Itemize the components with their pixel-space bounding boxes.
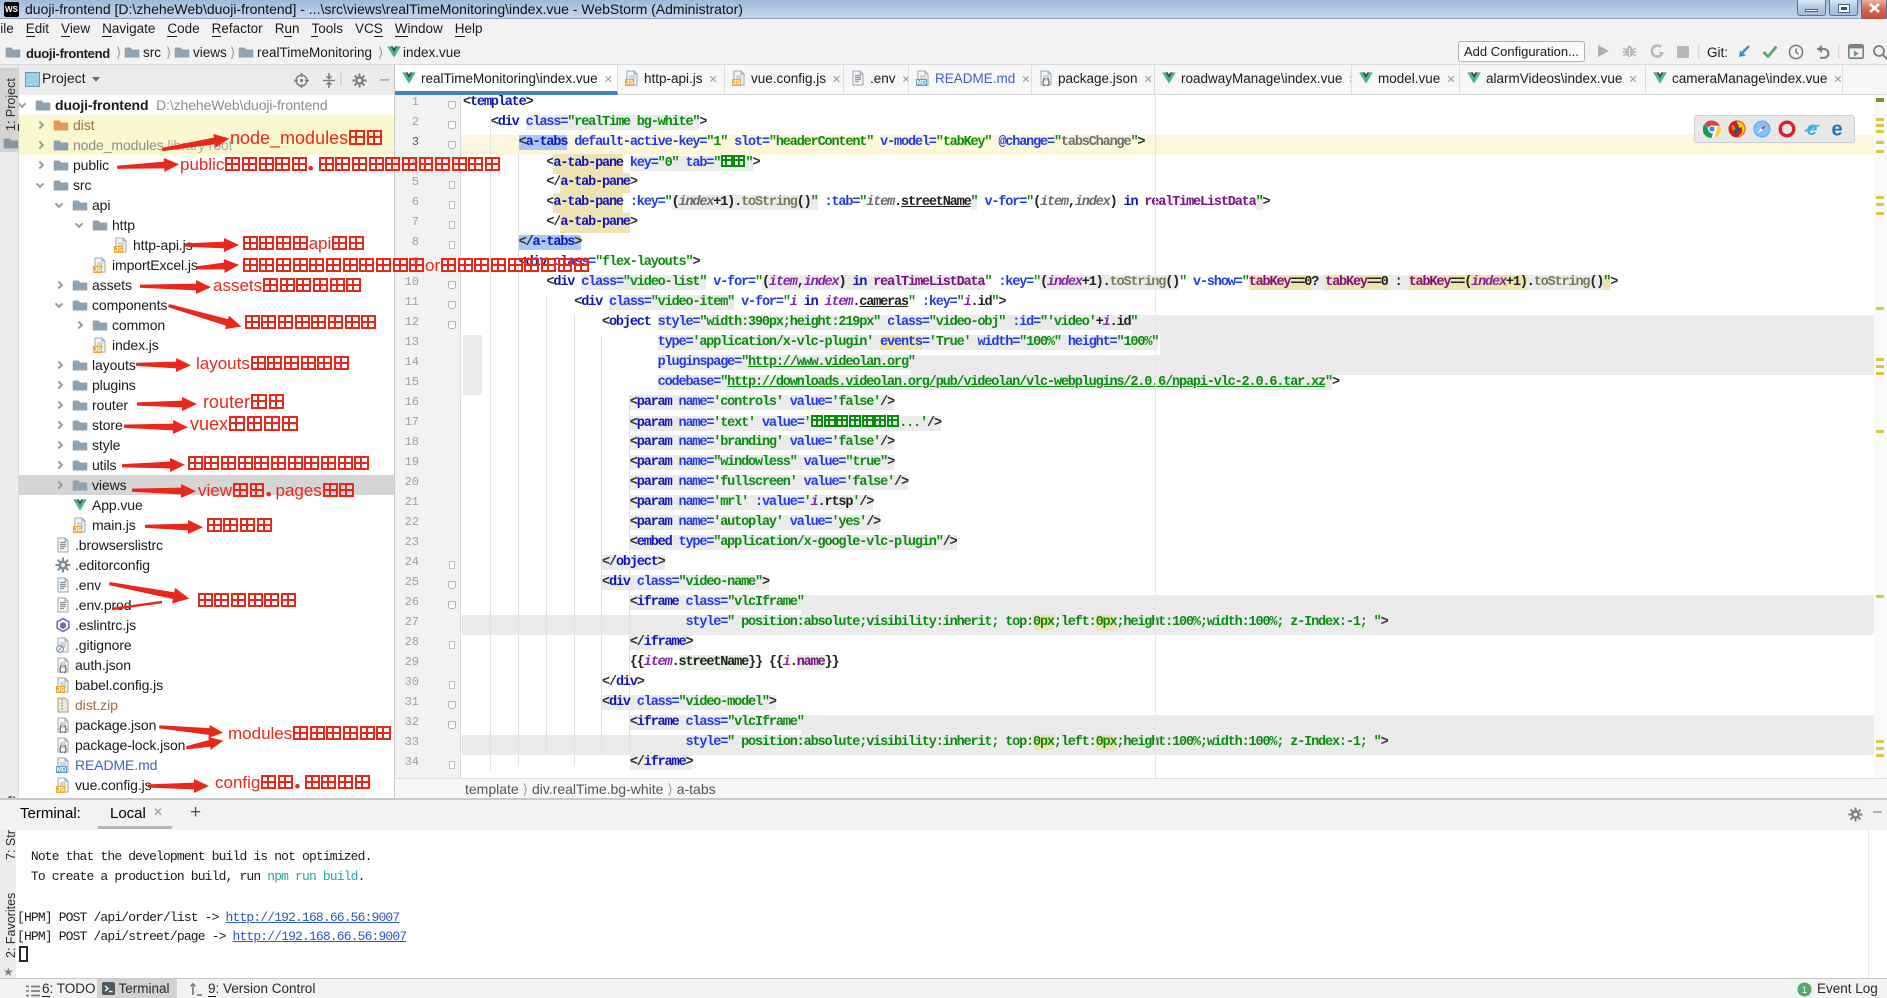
svg-text:JS: JS — [94, 267, 102, 273]
svg-text:JS: JS — [94, 347, 102, 353]
svg-text:{}: {} — [58, 666, 68, 674]
svg-text:{}: {} — [1041, 79, 1051, 87]
svg-text:e: e — [1832, 120, 1843, 138]
svg-text:1: 1 — [1802, 985, 1807, 995]
svg-text:JS: JS — [74, 527, 82, 533]
svg-text:JS: JS — [57, 687, 65, 693]
svg-text:{}: {} — [58, 726, 68, 734]
svg-text:JS: JS — [626, 80, 635, 86]
svg-text:JS: JS — [733, 80, 742, 86]
svg-text:{}: {} — [58, 746, 68, 754]
svg-text:MD: MD — [917, 80, 927, 86]
svg-text:MD: MD — [57, 767, 67, 773]
svg-text:JS: JS — [57, 787, 65, 793]
svg-text:JS: JS — [115, 247, 123, 253]
